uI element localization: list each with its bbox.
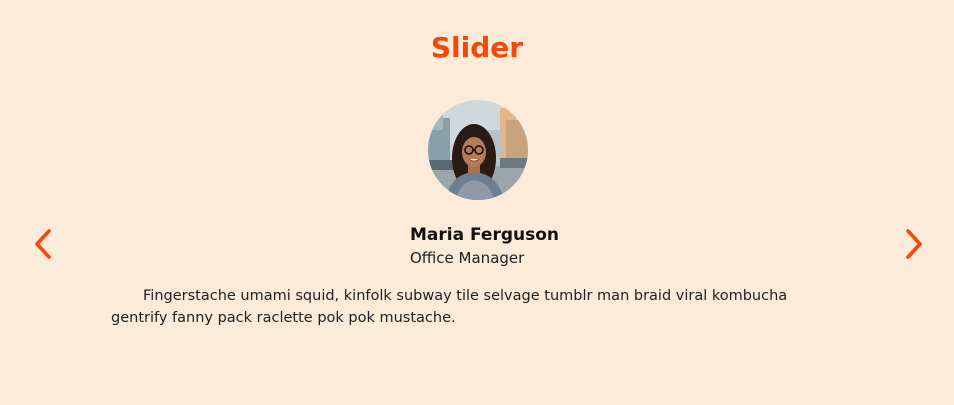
person-avatar bbox=[428, 100, 528, 200]
next-button[interactable] bbox=[900, 228, 926, 260]
prev-button[interactable] bbox=[31, 228, 57, 260]
slider-section: Slider Maria Ferguson Office Manager Fin… bbox=[0, 0, 954, 405]
avatar-photo bbox=[428, 100, 528, 200]
chevron-left-icon bbox=[35, 229, 51, 259]
testimonial-text: Fingerstache umami squid, kinfolk subway… bbox=[111, 288, 788, 326]
section-title: Slider bbox=[430, 31, 524, 64]
person-role: Office Manager bbox=[410, 249, 525, 267]
chevron-right-icon bbox=[906, 229, 922, 259]
person-name: Maria Ferguson bbox=[410, 225, 559, 245]
